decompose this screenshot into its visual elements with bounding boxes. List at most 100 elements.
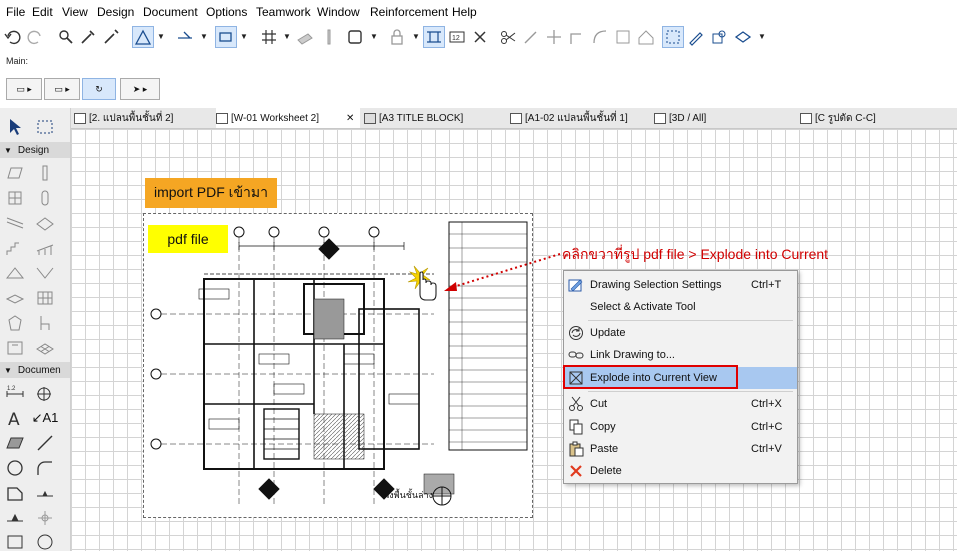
- arc-tool[interactable]: [33, 457, 57, 479]
- number-icon[interactable]: 12: [446, 26, 468, 48]
- menu-item-delete[interactable]: Delete: [564, 460, 797, 482]
- menu-reinforcement[interactable]: Reinforcement: [370, 5, 448, 19]
- arrow-select-tool[interactable]: [3, 116, 27, 138]
- trace-icon[interactable]: [708, 26, 730, 48]
- chair-tool[interactable]: [33, 312, 57, 334]
- polyline-tool[interactable]: [3, 482, 27, 504]
- chevron-down-icon[interactable]: ▼: [370, 32, 378, 41]
- undo-icon[interactable]: [2, 26, 24, 48]
- cross-icon[interactable]: [469, 26, 491, 48]
- menu-item-link-drawing[interactable]: Link Drawing to...: [564, 344, 797, 366]
- label-tool[interactable]: ↙A1: [32, 407, 59, 429]
- figure-tool[interactable]: [33, 507, 57, 529]
- menu-item-select-activate-tool[interactable]: Select & Activate Tool: [564, 296, 797, 318]
- eyedropper-icon[interactable]: [77, 26, 99, 48]
- dimension-icon[interactable]: [423, 26, 445, 48]
- menu-teamwork[interactable]: Teamwork: [256, 5, 311, 19]
- pencil-icon[interactable]: [318, 26, 340, 48]
- chevron-down-icon[interactable]: ▼: [283, 32, 291, 41]
- slab-tool[interactable]: [3, 212, 27, 234]
- close-icon[interactable]: ✕: [346, 113, 354, 124]
- menu-options[interactable]: Options: [206, 5, 247, 19]
- view-frame-icon[interactable]: [344, 26, 366, 48]
- stair-tool[interactable]: [3, 237, 27, 259]
- curve-icon[interactable]: [589, 26, 611, 48]
- zone-tool[interactable]: [3, 337, 27, 359]
- level-dimension-tool[interactable]: [33, 382, 57, 404]
- menu-design[interactable]: Design: [97, 5, 134, 19]
- menu-item-cut[interactable]: Cut Ctrl+X: [564, 393, 797, 415]
- circle-tool[interactable]: [3, 457, 27, 479]
- change-tool[interactable]: [3, 530, 27, 552]
- door-tool[interactable]: [3, 187, 27, 209]
- guide-line-icon[interactable]: [132, 26, 154, 48]
- column-tool[interactable]: [33, 162, 57, 184]
- menu-item-drawing-selection-settings[interactable]: Drawing Selection Settings Ctrl+T: [564, 274, 797, 296]
- chevron-down-icon[interactable]: ▼: [200, 32, 208, 41]
- tab-floor-plan-2[interactable]: [2. แปลนพื้นชั้นที่ 2]: [74, 108, 214, 128]
- document-section-header[interactable]: ▼ Documen: [0, 362, 70, 378]
- roof-icon[interactable]: [635, 26, 657, 48]
- design-section-header[interactable]: ▼ Design: [0, 142, 70, 158]
- pen-icon[interactable]: [685, 26, 707, 48]
- marquee-dropdown-button[interactable]: ▭ ▸: [6, 78, 42, 100]
- text-tool[interactable]: A: [3, 407, 27, 429]
- shell-tool[interactable]: [3, 262, 27, 284]
- line-tool[interactable]: [33, 432, 57, 454]
- chevron-down-icon[interactable]: ▼: [412, 32, 420, 41]
- drawing-tool[interactable]: [3, 507, 27, 529]
- redo-icon[interactable]: [24, 26, 46, 48]
- section-tool[interactable]: [33, 530, 57, 552]
- morph-tool[interactable]: [33, 262, 57, 284]
- chevron-down-icon[interactable]: ▼: [240, 32, 248, 41]
- tab-section-cc[interactable]: [C รูปตัด C-C]: [800, 108, 940, 128]
- layer-icon[interactable]: [294, 26, 316, 48]
- tab-floor-plan-1[interactable]: [A1-02 แปลนพื้นชั้นที่ 1]: [510, 108, 650, 128]
- menu-window[interactable]: Window: [317, 5, 360, 19]
- wall-tool[interactable]: [3, 162, 27, 184]
- fillet-icon[interactable]: [566, 26, 588, 48]
- tab-3d-all[interactable]: [3D / All]: [654, 108, 794, 128]
- snap-points-icon[interactable]: [215, 26, 237, 48]
- 3d-view-icon[interactable]: [732, 26, 754, 48]
- railing-tool[interactable]: [33, 237, 57, 259]
- menu-help[interactable]: Help: [452, 5, 477, 19]
- menu-view[interactable]: View: [62, 5, 88, 19]
- menu-item-paste[interactable]: Paste Ctrl+V: [564, 438, 797, 460]
- fill-tool[interactable]: [3, 432, 27, 454]
- tab-worksheet[interactable]: [W-01 Worksheet 2] ✕: [216, 108, 360, 128]
- dimension-tool[interactable]: 1.2: [3, 382, 27, 404]
- marquee-shape-button[interactable]: ▭ ▸: [44, 78, 80, 100]
- offset-icon[interactable]: [612, 26, 634, 48]
- menu-edit[interactable]: Edit: [32, 5, 53, 19]
- lock-icon[interactable]: [386, 26, 408, 48]
- object-tool[interactable]: [3, 312, 27, 334]
- move-icon[interactable]: [543, 26, 565, 48]
- split-icon[interactable]: [497, 26, 519, 48]
- menu-item-copy[interactable]: Copy Ctrl+C: [564, 416, 797, 438]
- inject-icon[interactable]: [100, 26, 122, 48]
- mesh-tool[interactable]: [33, 337, 57, 359]
- hotspot-tool[interactable]: [33, 482, 57, 504]
- chevron-down-icon[interactable]: ▼: [758, 32, 766, 41]
- roof-tool[interactable]: [33, 212, 57, 234]
- curtain-wall-tool[interactable]: [3, 287, 27, 309]
- section-icon: [800, 112, 812, 124]
- menu-item-update[interactable]: Update: [564, 322, 797, 344]
- tab-title-block[interactable]: [A3 TITLE BLOCK]: [364, 108, 504, 128]
- menu-file[interactable]: File: [6, 5, 25, 19]
- chevron-down-icon[interactable]: ▼: [157, 32, 165, 41]
- rotate-marquee-button[interactable]: ↻: [82, 78, 116, 100]
- arrow-tool-button[interactable]: ➤ ▸: [120, 78, 160, 100]
- select-region-icon[interactable]: [662, 26, 684, 48]
- grid-tool[interactable]: [33, 287, 57, 309]
- beam-tool[interactable]: [33, 187, 57, 209]
- stretch-icon[interactable]: [520, 26, 542, 48]
- find-select-icon[interactable]: [54, 26, 76, 48]
- menu-document[interactable]: Document: [143, 5, 198, 19]
- grid-snap-icon[interactable]: [258, 26, 280, 48]
- marquee-tool[interactable]: [33, 116, 57, 138]
- delete-icon: [568, 463, 584, 479]
- menu-bar: File Edit View Design Document Options T…: [0, 0, 957, 24]
- snap-guide-icon[interactable]: [174, 26, 196, 48]
